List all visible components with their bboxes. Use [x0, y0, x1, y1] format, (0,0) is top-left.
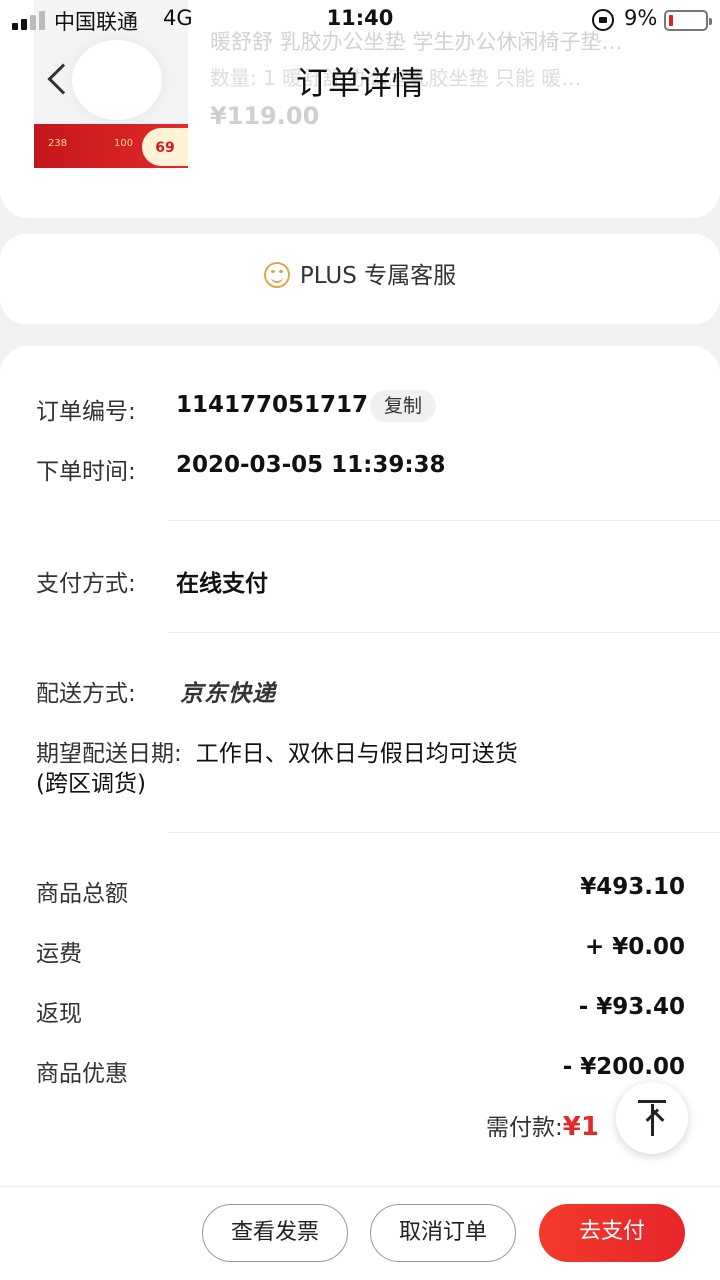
promo-strip: 238 100 69 [34, 124, 188, 168]
status-bar: 中国联通 4G 11:40 9% [0, 0, 720, 40]
bottom-action-bar: 查看发票 取消订单 去支付 [0, 1186, 720, 1280]
rotation-lock-icon [592, 9, 614, 31]
divider [168, 632, 720, 633]
expected-delivery-note: (跨区调货) [36, 771, 146, 797]
expected-delivery: 期望配送日期: 工作日、双休日与假日均可送货 [36, 734, 676, 768]
copy-button[interactable]: 复制 [370, 390, 436, 422]
plus-service-card[interactable]: PLUS 专属客服 [0, 234, 720, 324]
payment-method-label: 支付方式: [36, 571, 136, 597]
amount-due-value: ¥1 [562, 1112, 599, 1142]
view-invoice-button[interactable]: 查看发票 [202, 1204, 348, 1262]
product-price: ¥119.00 [210, 102, 320, 130]
divider [168, 520, 720, 521]
order-number-label: 订单编号: [36, 399, 136, 425]
expected-delivery-value: 工作日、双休日与假日均可送货 [195, 741, 518, 767]
plus-service-label: PLUS 专属客服 [299, 263, 457, 289]
summary-value-subtotal: ¥493.10 [580, 874, 685, 900]
divider [168, 832, 720, 833]
summary-label-discount: 商品优惠 [36, 1061, 128, 1087]
smile-chat-icon [263, 262, 290, 288]
page-title: 订单详情 [295, 64, 424, 102]
amount-due-label: 需付款: [486, 1115, 563, 1141]
promo-price-a: 238 [48, 138, 68, 149]
order-info-card: 订单编号: 114177051717 复制 下单时间: 2020-03-05 1… [0, 346, 720, 1186]
promo-badge: 69 [142, 128, 188, 166]
promo-price-b: 100 [114, 138, 134, 149]
delivery-method-label: 配送方式: [36, 681, 136, 707]
courier-logo: 京东快递 [180, 681, 276, 707]
summary-value-cashback: - ¥93.40 [578, 994, 685, 1020]
order-time-label: 下单时间: [36, 459, 136, 485]
summary-label-shipping: 运费 [36, 941, 82, 967]
order-number: 114177051717 [176, 392, 369, 418]
pay-button[interactable]: 去支付 [539, 1204, 685, 1262]
summary-value-shipping: + ¥0.00 [584, 934, 685, 960]
back-to-top-button[interactable] [616, 1082, 688, 1154]
order-time: 2020-03-05 11:39:38 [176, 452, 446, 478]
cancel-order-button[interactable]: 取消订单 [370, 1204, 516, 1262]
summary-label-subtotal: 商品总额 [36, 881, 128, 907]
amount-due: 需付款:¥1 [486, 1108, 599, 1142]
battery-icon [664, 10, 712, 31]
payment-method: 在线支付 [176, 571, 268, 597]
summary-label-cashback: 返现 [36, 1001, 82, 1027]
plus-service-button[interactable]: PLUS 专属客服 [0, 256, 720, 290]
battery-percent: 9% [624, 6, 658, 30]
summary-value-discount: - ¥200.00 [562, 1054, 685, 1080]
